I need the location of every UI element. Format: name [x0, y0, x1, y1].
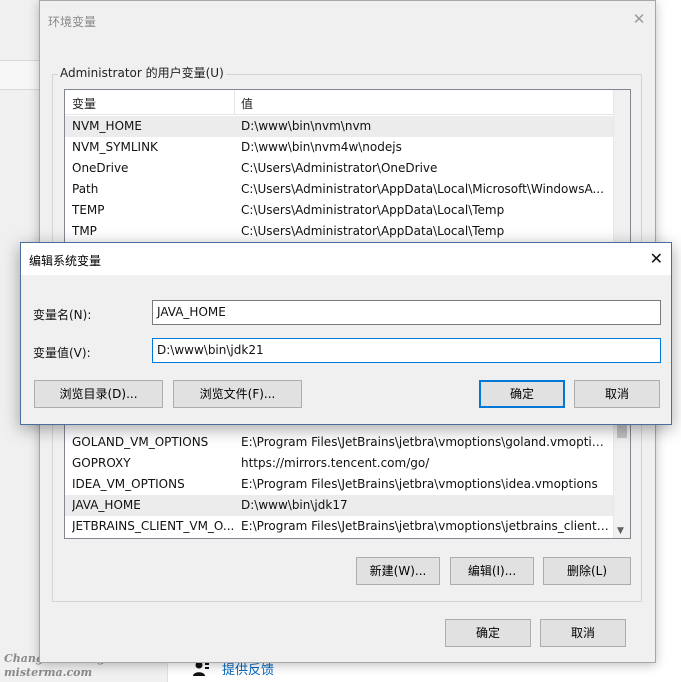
- row-name: GOPROXY: [72, 456, 131, 470]
- row-value: C:\Users\Administrator\AppData\Local\Mic…: [241, 182, 604, 196]
- column-separator[interactable]: [234, 90, 235, 115]
- delete-variable-button[interactable]: 删除(L): [543, 557, 631, 585]
- row-name: GOLAND_VM_OPTIONS: [72, 435, 209, 449]
- table-row[interactable]: JETBRAINS_CLIENT_VM_O... E:\Program File…: [65, 516, 613, 537]
- env-cancel-button[interactable]: 取消: [540, 619, 626, 647]
- dialog-titlebar: 编辑系统变量 ✕: [21, 243, 671, 275]
- close-icon[interactable]: ✕: [631, 11, 647, 27]
- dialog-ok-button[interactable]: 确定: [479, 380, 565, 408]
- user-variables-group-label: Administrator 的用户变量(U): [58, 64, 226, 81]
- row-name: NVM_HOME: [72, 119, 142, 133]
- watermark-line2: misterma.com: [4, 666, 93, 679]
- table-row[interactable]: Path C:\Users\Administrator\AppData\Loca…: [65, 179, 613, 200]
- variable-value-input[interactable]: D:\www\bin\jdk21: [152, 338, 661, 363]
- row-value: D:\www\bin\jdk17: [241, 498, 348, 512]
- row-value: C:\Users\Administrator\AppData\Local\Tem…: [241, 224, 505, 238]
- row-name: IDEA_VM_OPTIONS: [72, 477, 185, 491]
- variable-value-label: 变量值(V):: [33, 346, 91, 360]
- row-name: JETBRAINS_CLIENT_VM_O...: [72, 519, 234, 533]
- env-ok-button[interactable]: 确定: [445, 619, 531, 647]
- row-value: E:\Program Files\JetBrains\jetbra\vmopti…: [241, 477, 598, 491]
- row-value: E:\Program Files\JetBrains\jetbra\vmopti…: [241, 519, 609, 533]
- table-row[interactable]: IDEA_VM_OPTIONS E:\Program Files\JetBrai…: [65, 474, 613, 495]
- table-row[interactable]: TMP C:\Users\Administrator\AppData\Local…: [65, 221, 613, 242]
- table-row[interactable]: GOPROXY https://mirrors.tencent.com/go/: [65, 453, 613, 474]
- table-row[interactable]: JAVA_HOME D:\www\bin\jdk17: [65, 495, 613, 516]
- table-row[interactable]: GOLAND_VM_OPTIONS E:\Program Files\JetBr…: [65, 432, 613, 453]
- browse-file-button[interactable]: 浏览文件(F)...: [173, 380, 302, 408]
- row-name: TMP: [72, 224, 97, 238]
- row-value: D:\www\bin\nvm4w\nodejs: [241, 140, 402, 154]
- chevron-down-icon[interactable]: ▼: [617, 526, 624, 536]
- row-name: JAVA_HOME: [72, 498, 141, 512]
- row-value: C:\Users\Administrator\AppData\Local\Tem…: [241, 203, 505, 217]
- table-row[interactable]: OneDrive C:\Users\Administrator\OneDrive: [65, 158, 613, 179]
- row-value: E:\Program Files\JetBrains\jetbra\vmopti…: [241, 435, 609, 449]
- row-value: D:\www\bin\nvm\nvm: [241, 119, 372, 133]
- row-name: Path: [72, 182, 99, 196]
- close-icon[interactable]: ✕: [650, 250, 663, 268]
- table-row[interactable]: NVM_HOME D:\www\bin\nvm\nvm: [65, 116, 613, 137]
- list-header: 变量 值: [65, 90, 613, 115]
- new-variable-button[interactable]: 新建(W)...: [356, 557, 440, 585]
- edit-variable-button[interactable]: 编辑(I)...: [450, 557, 534, 585]
- variable-name-input[interactable]: JAVA_HOME: [152, 300, 661, 325]
- table-row[interactable]: NVM_SYMLINK D:\www\bin\nvm4w\nodejs: [65, 137, 613, 158]
- row-name: TEMP: [72, 203, 105, 217]
- row-name: OneDrive: [72, 161, 129, 175]
- env-window-title: 环境变量: [48, 15, 97, 29]
- column-header-value[interactable]: 值: [241, 95, 253, 112]
- variable-name-label: 变量名(N):: [33, 308, 92, 322]
- row-value: C:\Users\Administrator\OneDrive: [241, 161, 438, 175]
- dialog-title: 编辑系统变量: [29, 254, 102, 268]
- row-name: NVM_SYMLINK: [72, 140, 158, 154]
- browse-directory-button[interactable]: 浏览目录(D)...: [34, 380, 163, 408]
- row-value: https://mirrors.tencent.com/go/: [241, 456, 430, 470]
- edit-system-variable-dialog: 编辑系统变量 ✕ 变量名(N): JAVA_HOME 变量值(V): D:\ww…: [20, 242, 672, 425]
- dialog-cancel-button[interactable]: 取消: [574, 380, 660, 408]
- table-row[interactable]: TEMP C:\Users\Administrator\AppData\Loca…: [65, 200, 613, 221]
- column-header-name[interactable]: 变量: [72, 95, 96, 112]
